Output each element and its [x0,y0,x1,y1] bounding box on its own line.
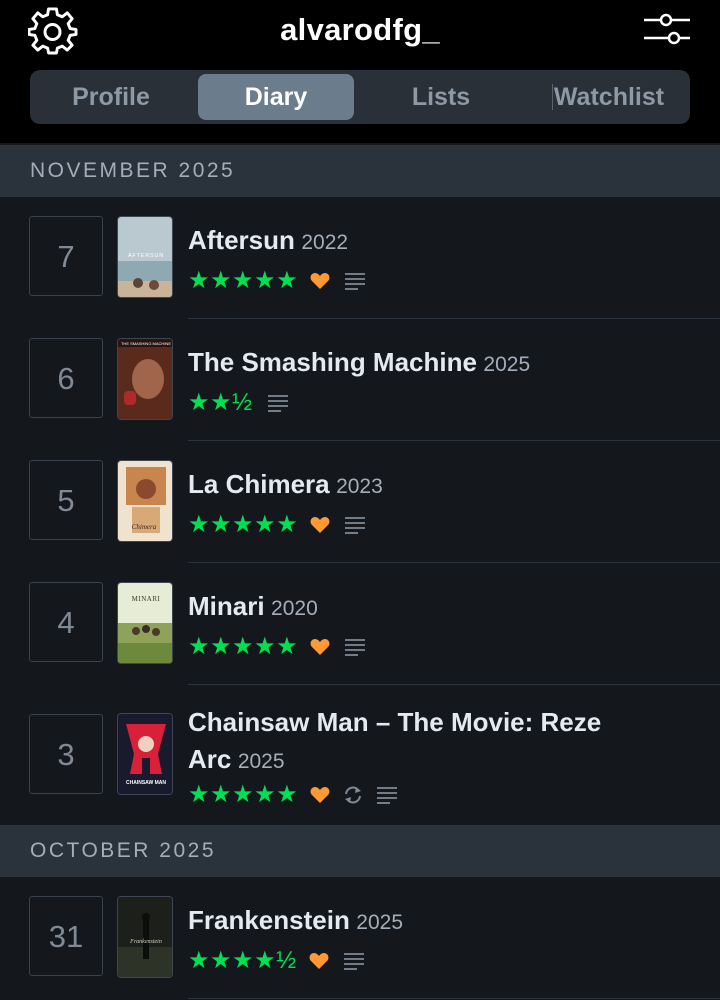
entry-meta: ★★★★★ [188,268,366,294]
film-title-line[interactable]: Chainsaw Man – The Movie: Reze Arc 2025 [188,706,658,780]
diary-entry[interactable]: 5 Chimera La Chimera 2023 ★★★★★ [0,441,720,562]
username-title: alvarodfg_ [280,12,440,47]
review-icon [267,395,288,412]
film-year: 2025 [356,911,403,934]
poster-image: THE SMASHING MACHINE [118,339,172,419]
day-number[interactable]: 6 [29,338,103,418]
entry-meta: ★★★★½ [188,948,365,974]
poster-image: CHAINSAW MAN [118,714,172,794]
star-rating: ★★★★★ [188,511,299,538]
film-title-line[interactable]: Aftersun 2022 [188,224,658,261]
poster-la-chimera[interactable]: Chimera [117,460,173,542]
poster-text: Chimera [132,523,157,531]
tab-watchlist[interactable]: Watchlist [534,74,684,120]
film-title: Chainsaw Man – The Movie: Reze [188,707,602,737]
heart-icon [310,517,330,533]
film-title-line[interactable]: Minari 2020 [188,590,658,627]
review-icon [345,517,366,534]
diary-entry[interactable]: 6 THE SMASHING MACHINE The Smashing Mach… [0,319,720,440]
tab-diary[interactable]: Diary [198,74,354,120]
film-title: The Smashing Machine [188,347,477,377]
poster-chainsaw-man[interactable]: CHAINSAW MAN [117,713,173,795]
day-number[interactable]: 4 [29,582,103,662]
film-title: Aftersun [188,225,295,255]
tab-profile[interactable]: Profile [36,74,186,120]
entry-meta: ★★½ [188,390,289,416]
star-rating: ★★★★★ [188,633,299,660]
film-title: La Chimera [188,469,330,499]
diary-entry[interactable]: 3 CHAINSAW MAN Chainsaw Man – The Movie:… [0,685,720,825]
heart-icon [310,639,330,655]
day-number[interactable]: 3 [29,714,103,794]
star-rating: ★★★★★ [188,267,299,294]
month-header: NOVEMBER 2025 [0,145,720,197]
heart-icon [310,273,330,289]
filter-button[interactable] [640,8,694,52]
heart-icon [310,787,330,803]
film-year: 2020 [271,597,318,620]
star-rating: ★★★★★ [188,781,299,808]
star-rating: ★★★★½ [188,947,297,974]
poster-smashing-machine[interactable]: THE SMASHING MACHINE [117,338,173,420]
day-number[interactable]: 5 [29,460,103,540]
poster-text: CHAINSAW MAN [126,780,166,786]
poster-text: MINARI [132,595,161,603]
film-title-continued: Arc [188,744,232,774]
film-year: 2023 [336,475,383,498]
star-rating: ★★½ [188,389,253,416]
heart-icon [309,953,329,969]
review-icon [343,953,364,970]
diary-entry[interactable]: 4 MINARI Minari 2020 ★★★★★ [0,563,720,684]
film-year: 2025 [237,750,285,773]
entry-meta: ★★★★★ [188,634,366,660]
poster-image: Frankenstein [118,897,172,977]
rewatch-icon [345,786,362,804]
film-title-line[interactable]: Frankenstein 2025 [188,904,658,941]
tab-lists[interactable]: Lists [366,74,516,120]
poster-frankenstein[interactable]: Frankenstein [117,896,173,978]
review-icon [377,787,398,804]
diary-entry[interactable]: 7 AFTERSUN Aftersun 2022 ★★★★★ [0,197,720,318]
poster-image: Chimera [118,461,172,541]
row-divider [188,998,720,999]
top-bar: alvarodfg_ Profile Diary Lists Watchlist [0,0,720,143]
entry-meta: ★★★★★ [188,782,398,808]
film-year: 2022 [301,231,349,254]
day-number[interactable]: 7 [29,216,103,296]
film-title: Frankenstein [188,905,350,935]
film-title-line[interactable]: The Smashing Machine 2025 [188,346,658,383]
tab-bar: Profile Diary Lists Watchlist [30,70,690,124]
review-icon [345,639,366,656]
sliders-icon [644,13,690,45]
poster-text: AFTERSUN [128,253,164,259]
poster-image: AFTERSUN [118,217,172,297]
poster-minari[interactable]: MINARI [117,582,173,664]
poster-aftersun[interactable]: AFTERSUN [117,216,173,298]
entry-meta: ★★★★★ [188,512,366,538]
film-title-line[interactable]: La Chimera 2023 [188,468,658,505]
film-year: 2025 [483,353,531,376]
day-number[interactable]: 31 [29,896,103,976]
poster-image: MINARI [118,583,172,663]
month-header: OCTOBER 2025 [0,825,720,877]
diary-entry[interactable]: 31 Frankenstein Frankenstein 2025 ★★★★½ [0,877,720,1000]
film-title: Minari [188,591,265,621]
poster-text: Frankenstein [129,939,162,945]
review-icon [345,273,366,290]
poster-text: THE SMASHING MACHINE [121,341,171,346]
